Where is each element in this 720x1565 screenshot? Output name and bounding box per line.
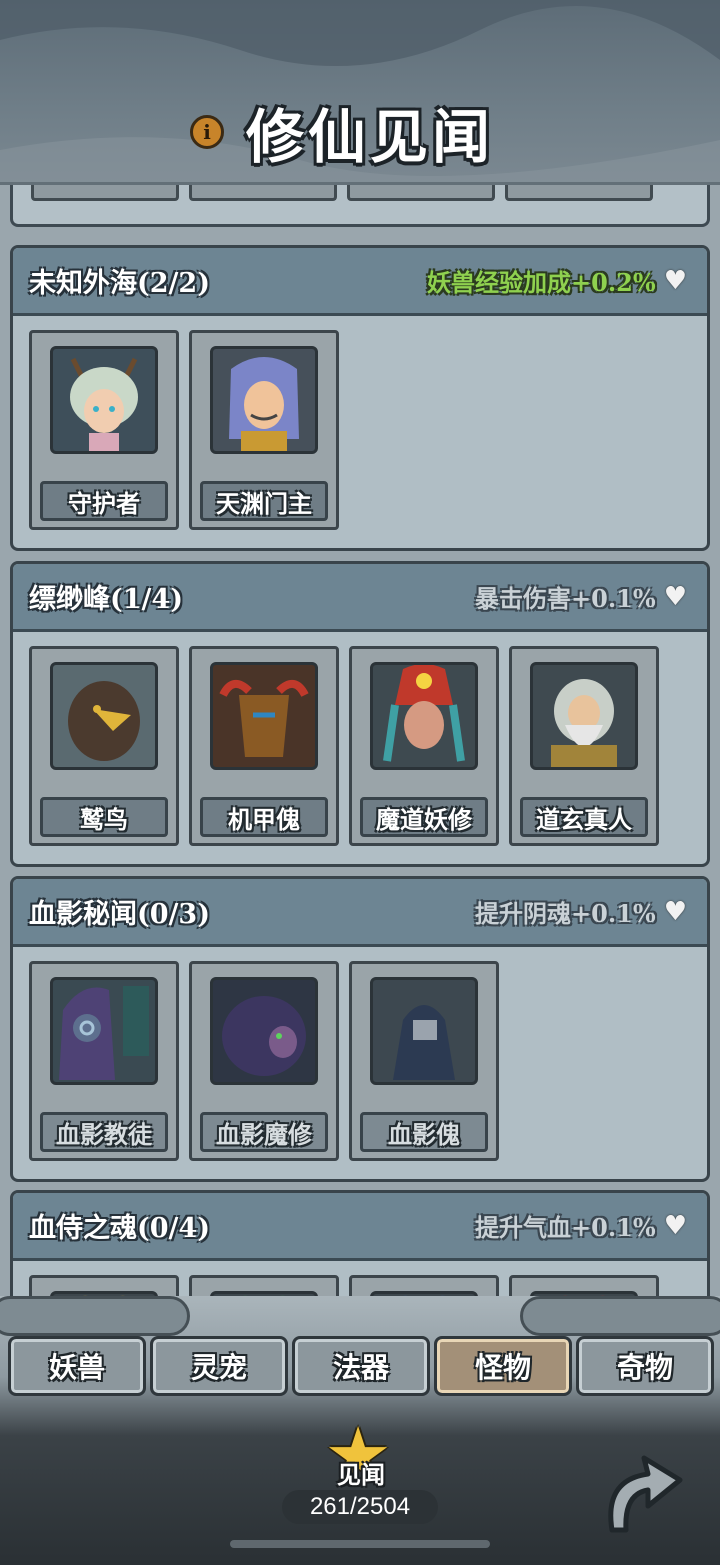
back-button[interactable]	[598, 1440, 684, 1534]
section-title: 血侍之魂(0/4)	[29, 1213, 210, 1244]
tab-artifacts[interactable]: 法器	[292, 1336, 430, 1396]
curved-arrow-icon	[608, 1455, 683, 1533]
card-name: 机甲傀	[200, 797, 328, 837]
bonus-text: 提升阴魂+0.1%	[475, 899, 656, 928]
monster-card-guardian[interactable]: 守护者	[29, 330, 179, 530]
monster-card-vulture[interactable]: 鹫鸟	[29, 646, 179, 846]
heart-icon: ♥	[663, 896, 687, 927]
heart-icon: ♥	[663, 265, 687, 296]
portrait-daoxuan-master	[530, 662, 638, 770]
card-name: 魔道妖修	[360, 797, 488, 837]
star-label: 见闻	[337, 1460, 385, 1489]
home-indicator[interactable]	[230, 1540, 490, 1548]
portrait-blood-puppet	[370, 977, 478, 1085]
tab-demon-beasts[interactable]: 妖兽	[8, 1336, 146, 1396]
section-misty-peak: 缥缈峰(1/4) 暴击伤害+0.1% ♥ 鹫鸟 机甲傀 魔道妖修 道玄真人	[10, 561, 710, 867]
card-partial	[347, 185, 495, 201]
monster-card-blood-demon[interactable]: 血影魔修	[189, 961, 339, 1161]
card-name: 道玄真人	[520, 797, 648, 837]
section-bonus: 妖兽经验加成+0.2% ♥	[427, 263, 687, 298]
card-partial	[189, 185, 337, 201]
monster-card-daoxuan-master[interactable]: 道玄真人	[509, 646, 659, 846]
section-unknown-sea: 未知外海(2/2) 妖兽经验加成+0.2% ♥ 守护者 天渊门主	[10, 245, 710, 551]
monster-card-mecha-puppet[interactable]: 机甲傀	[189, 646, 339, 846]
info-icon[interactable]: i	[190, 115, 224, 149]
heart-icon: ♥	[663, 1210, 687, 1241]
section-bonus: 暴击伤害+0.1% ♥	[475, 579, 687, 614]
cloud-decoration	[520, 1296, 720, 1336]
bonus-text: 提升气血+0.1%	[475, 1213, 656, 1242]
section-blood-shadow: 血影秘闻(0/3) 提升阴魂+0.1% ♥ 血影教徒 血影魔修 血影傀	[10, 876, 710, 1182]
section-header: 未知外海(2/2) 妖兽经验加成+0.2% ♥	[13, 248, 707, 316]
monster-card-abyss-master[interactable]: 天渊门主	[189, 330, 339, 530]
knowledge-counter: 261/2504	[282, 1490, 438, 1524]
bestiary-list[interactable]: 未知外海(2/2) 妖兽经验加成+0.2% ♥ 守护者 天渊门主 缥缈峰(1/4…	[0, 185, 720, 1315]
portrait-abyss-master	[210, 346, 318, 454]
portrait-demonic-cultivator	[370, 662, 478, 770]
section-title: 未知外海(2/2)	[29, 268, 210, 299]
section-header: 血侍之魂(0/4) 提升气血+0.1% ♥	[13, 1193, 707, 1261]
section-bonus: 提升气血+0.1% ♥	[475, 1208, 687, 1243]
portrait-vulture	[50, 662, 158, 770]
portrait-mecha-puppet	[210, 662, 318, 770]
section-title: 缥缈峰(1/4)	[29, 584, 183, 615]
cloud-decoration	[0, 1296, 190, 1336]
section-partial-previous	[10, 185, 710, 227]
portrait-blood-disciple	[50, 977, 158, 1085]
card-name: 天渊门主	[200, 481, 328, 521]
section-bonus: 提升阴魂+0.1% ♥	[475, 894, 687, 929]
card-partial	[31, 185, 179, 201]
page-title: 修仙见闻	[246, 103, 495, 171]
card-name: 鹫鸟	[40, 797, 168, 837]
monster-card-demonic-cultivator[interactable]: 魔道妖修	[349, 646, 499, 846]
section-title: 血影秘闻(0/3)	[29, 899, 210, 930]
page-header: i 修仙见闻	[0, 0, 720, 185]
tab-curiosities[interactable]: 奇物	[576, 1336, 714, 1396]
heart-icon: ♥	[663, 581, 687, 612]
monster-card-blood-disciple[interactable]: 血影教徒	[29, 961, 179, 1161]
card-name: 血影傀	[360, 1112, 488, 1152]
knowledge-star[interactable]: ★ 见闻	[318, 1417, 404, 1493]
portrait-guardian	[50, 346, 158, 454]
section-header: 血影秘闻(0/3) 提升阴魂+0.1% ♥	[13, 879, 707, 947]
tab-spirit-pets[interactable]: 灵宠	[150, 1336, 288, 1396]
card-name: 血影教徒	[40, 1112, 168, 1152]
portrait-blood-demon	[210, 977, 318, 1085]
bonus-text: 妖兽经验加成+0.2%	[427, 268, 656, 297]
card-partial	[505, 185, 653, 201]
card-name: 守护者	[40, 481, 168, 521]
monster-card-blood-puppet[interactable]: 血影傀	[349, 961, 499, 1161]
card-name: 血影魔修	[200, 1112, 328, 1152]
section-header: 缥缈峰(1/4) 暴击伤害+0.1% ♥	[13, 564, 707, 632]
bonus-text: 暴击伤害+0.1%	[475, 584, 656, 613]
tab-monsters[interactable]: 怪物	[434, 1336, 572, 1396]
category-tabs: 妖兽 灵宠 法器 怪物 奇物	[8, 1336, 714, 1396]
